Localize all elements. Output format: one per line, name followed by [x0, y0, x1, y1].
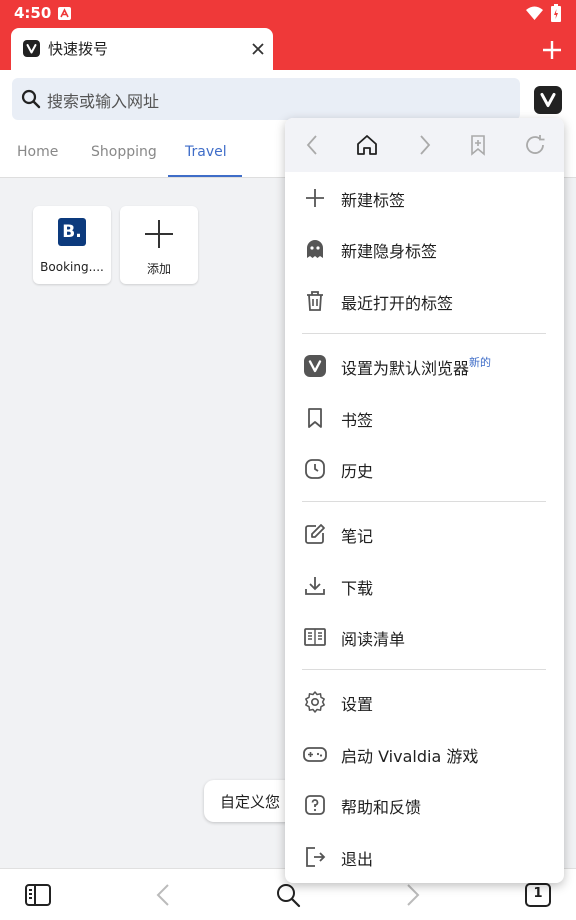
- menu-item-label: 下载: [341, 579, 374, 598]
- menu-item-new-tab[interactable]: 新建标签: [285, 175, 564, 221]
- menu-item-reading-list[interactable]: 阅读清单: [285, 614, 564, 660]
- search-icon[interactable]: [274, 881, 302, 909]
- exit-icon: [306, 847, 326, 867]
- tab-strip: 快速拨号: [0, 28, 576, 70]
- main-menu: 新建标签 新建隐身标签 最近打开的标签 设置为默认浏览器新的 书签 历史 笔记 …: [285, 118, 564, 883]
- menu-item-label: 退出: [341, 850, 374, 869]
- tab-speed-dial[interactable]: 快速拨号: [11, 28, 273, 70]
- menu-item-label: 设置: [341, 695, 374, 714]
- download-icon: [305, 577, 325, 595]
- menu-divider: [302, 501, 546, 502]
- menu-item-notes[interactable]: 笔记: [285, 511, 564, 557]
- menu-item-label: 最近打开的标签: [341, 294, 454, 313]
- menu-divider: [302, 333, 546, 334]
- back-icon[interactable]: [301, 133, 325, 157]
- clock-icon: [305, 459, 325, 479]
- menu-item-label: 笔记: [341, 527, 374, 546]
- menu-item-help-feedback[interactable]: 帮助和反馈: [285, 782, 564, 828]
- vivaldi-icon: [23, 40, 40, 57]
- add-bookmark-icon[interactable]: [466, 133, 490, 157]
- active-tab-indicator: [168, 175, 242, 177]
- menu-item-history[interactable]: 历史: [285, 446, 564, 492]
- notification-a-icon: [58, 7, 71, 20]
- forward-icon[interactable]: [412, 133, 436, 157]
- trash-icon: [307, 291, 323, 311]
- speed-dial-add-tile[interactable]: 添加: [120, 206, 198, 284]
- menu-item-vivaldia-game[interactable]: 启动 Vivaldia 游戏: [285, 731, 564, 777]
- menu-item-label: 新建隐身标签: [341, 242, 438, 261]
- plus-icon: [306, 189, 324, 207]
- panel-icon[interactable]: [24, 881, 52, 909]
- speed-dial-tile-booking[interactable]: B. Booking....: [33, 206, 111, 284]
- tile-label: Booking....: [40, 260, 104, 274]
- tab-count: 1: [533, 886, 543, 901]
- tab-shopping[interactable]: Shopping: [91, 144, 157, 160]
- tile-label: 添加: [146, 262, 171, 276]
- reload-icon[interactable]: [523, 133, 547, 157]
- vivaldi-icon: [304, 355, 326, 377]
- tab-title: 快速拨号: [48, 40, 109, 58]
- status-time: 4:50: [14, 4, 52, 22]
- menu-item-label: 书签: [341, 411, 374, 430]
- menu-item-label: 帮助和反馈: [341, 798, 422, 817]
- wifi-icon: [526, 6, 543, 20]
- new-tab-plus-icon[interactable]: [541, 39, 563, 61]
- menu-nav-row: [285, 118, 564, 172]
- search-placeholder: 搜索或输入网址: [47, 92, 160, 111]
- status-bar: 4:50: [0, 0, 576, 28]
- bookmark-icon: [308, 408, 322, 428]
- menu-item-private-tab[interactable]: 新建隐身标签: [285, 226, 564, 272]
- booking-logo: B.: [58, 218, 86, 246]
- search-input[interactable]: 搜索或输入网址: [12, 78, 520, 120]
- close-icon[interactable]: [249, 40, 267, 58]
- tab-travel[interactable]: Travel: [185, 144, 227, 160]
- menu-item-label: 历史: [341, 462, 374, 481]
- menu-item-recent-tabs[interactable]: 最近打开的标签: [285, 278, 564, 324]
- menu-item-downloads[interactable]: 下载: [285, 563, 564, 609]
- home-icon[interactable]: [355, 133, 379, 157]
- menu-item-set-default-browser[interactable]: 设置为默认浏览器新的: [285, 343, 564, 389]
- gamepad-icon: [303, 747, 327, 762]
- menu-item-bookmarks[interactable]: 书签: [285, 395, 564, 441]
- menu-item-exit[interactable]: 退出: [285, 834, 564, 880]
- gear-icon: [305, 691, 325, 713]
- menu-item-text: 设置为默认浏览器: [341, 359, 470, 378]
- tooltip-text: 自定义您: [220, 793, 281, 811]
- tab-home[interactable]: Home: [17, 144, 58, 160]
- menu-item-settings[interactable]: 设置: [285, 679, 564, 725]
- tab-switcher-button[interactable]: 1: [524, 881, 552, 909]
- menu-item-label: 阅读清单: [341, 630, 406, 649]
- battery-icon: [551, 4, 561, 22]
- menu-item-label: 设置为默认浏览器新的: [341, 355, 491, 379]
- forward-icon[interactable]: [398, 881, 426, 909]
- menu-item-label: 新建标签: [341, 191, 406, 210]
- menu-divider: [302, 669, 546, 670]
- search-icon: [21, 89, 41, 109]
- note-icon: [305, 524, 325, 544]
- vivaldi-menu-button[interactable]: [534, 86, 562, 114]
- new-badge: 新的: [469, 356, 492, 369]
- menu-item-label: 启动 Vivaldia 游戏: [341, 747, 479, 766]
- ghost-icon: [307, 240, 323, 258]
- back-icon[interactable]: [150, 881, 178, 909]
- plus-icon: [145, 220, 173, 248]
- book-icon: [304, 628, 326, 646]
- help-icon: [305, 795, 325, 815]
